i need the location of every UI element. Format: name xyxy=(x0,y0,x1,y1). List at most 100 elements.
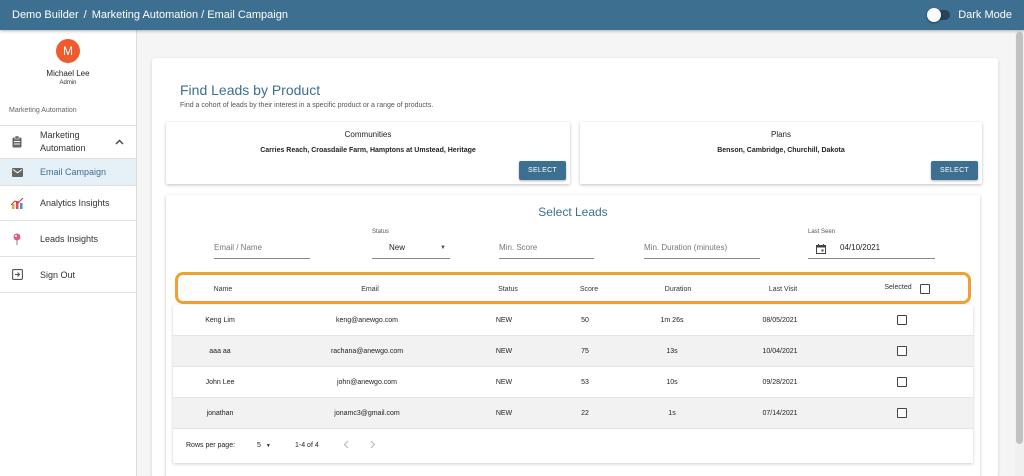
sidebar-item-email-campaign[interactable]: Email Campaign xyxy=(0,159,136,185)
column-header-selected: Selected xyxy=(884,284,912,291)
dark-mode-control: Dark Mode xyxy=(927,8,1012,22)
select-communities-button[interactable]: SELECT xyxy=(518,161,566,180)
select-plans-button[interactable]: SELECT xyxy=(930,161,978,180)
clipboard-icon xyxy=(10,136,24,148)
table-row[interactable]: aaa aa rachana@anewgo.com NEW 75 13s 10/… xyxy=(173,336,973,367)
page-scrollbar[interactable] xyxy=(1015,30,1024,476)
pagination-range: 1-4 of 4 xyxy=(295,442,319,449)
min-duration-placeholder: Min. Duration (minutes) xyxy=(644,243,728,252)
cell-email: keng@anewgo.com xyxy=(336,317,398,324)
last-seen-label: Last Seen xyxy=(808,229,836,235)
plans-value: Benson, Cambridge, Churchill, Dakota xyxy=(717,147,845,154)
status-select[interactable]: Status New ▼ xyxy=(372,229,450,259)
min-duration-field[interactable]: Min. Duration (minutes) xyxy=(644,243,760,259)
min-score-placeholder: Min. Score xyxy=(499,243,538,252)
cell-status: NEW xyxy=(495,348,513,355)
table-row[interactable]: jonathan jonamc3@gmail.com NEW 22 1s 07/… xyxy=(173,398,973,429)
cell-status: NEW xyxy=(495,410,513,417)
communities-card: Communities Carries Reach, Croasdaile Fa… xyxy=(166,122,570,184)
chevron-up-icon[interactable] xyxy=(115,137,124,147)
breadcrumb: Demo Builder / Marketing Automation / Em… xyxy=(12,9,928,21)
status-label: Status xyxy=(372,229,390,235)
leads-table: Keng Lim keng@anewgo.com NEW 50 1m 26s 0… xyxy=(173,305,973,463)
user-profile: M Michael Lee Admin xyxy=(0,30,136,86)
row-select-checkbox[interactable] xyxy=(897,408,907,418)
cell-name: John Lee xyxy=(205,379,235,386)
cell-duration: 1m 26s xyxy=(660,317,684,324)
cell-name: Keng Lim xyxy=(205,317,235,324)
row-select-checkbox[interactable] xyxy=(897,377,907,387)
chevron-left-icon[interactable] xyxy=(343,440,349,451)
cell-score: 22 xyxy=(581,410,589,417)
select-all-checkbox[interactable] xyxy=(920,284,930,294)
sidebar-item-leads-insights[interactable]: Leads Insights xyxy=(0,221,136,257)
status-value: New xyxy=(389,243,406,252)
rows-per-page-select[interactable]: 5 ▼ xyxy=(257,442,271,449)
pin-icon xyxy=(10,233,24,245)
column-header-score[interactable]: Score xyxy=(580,286,598,293)
cell-duration: 1s xyxy=(668,410,676,417)
column-header-status[interactable]: Status xyxy=(498,286,518,293)
cell-last-visit: 07/14/2021 xyxy=(762,410,798,417)
email-name-placeholder: Email / Name xyxy=(214,243,263,252)
cell-duration: 10s xyxy=(666,379,678,386)
sidebar-item-analytics-insights[interactable]: Analytics Insights xyxy=(0,185,136,221)
sidebar: M Michael Lee Admin Marketing Automation… xyxy=(0,30,137,476)
select-leads-title: Select Leads xyxy=(538,205,608,219)
exit-icon xyxy=(10,269,24,280)
dropdown-arrow-icon: ▼ xyxy=(440,245,446,251)
cell-status: NEW xyxy=(495,379,513,386)
row-select-checkbox[interactable] xyxy=(897,315,907,325)
plans-card: Plans Benson, Cambridge, Churchill, Dako… xyxy=(580,122,982,184)
email-name-field[interactable]: Email / Name xyxy=(214,243,310,259)
column-header-last-visit[interactable]: Last Visit xyxy=(769,286,797,293)
min-score-field[interactable]: Min. Score xyxy=(499,243,594,259)
breadcrumb-path: Marketing Automation / Email Campaign xyxy=(91,9,288,21)
toggle-knob xyxy=(927,8,942,22)
cell-email: john@anewgo.com xyxy=(336,379,398,386)
breadcrumb-home[interactable]: Demo Builder xyxy=(12,9,79,21)
cell-score: 75 xyxy=(581,348,589,355)
table-pagination: Rows per page: 5 ▼ 1-4 of 4 xyxy=(173,429,973,463)
sidebar-nav: Marketing Automation Email Campaign Anal… xyxy=(0,125,136,293)
user-role: Admin xyxy=(59,80,77,86)
cell-name: jonathan xyxy=(206,410,234,417)
sidebar-item-sign-out[interactable]: Sign Out xyxy=(0,257,136,293)
plans-title: Plans xyxy=(770,130,791,139)
calendar-icon[interactable] xyxy=(816,244,826,256)
row-select-checkbox[interactable] xyxy=(897,346,907,356)
dropdown-arrow-icon: ▼ xyxy=(265,443,271,449)
avatar[interactable]: M xyxy=(56,39,80,63)
main-panel: Find Leads by Product Find a cohort of l… xyxy=(152,58,998,476)
sidebar-item-label: Email Campaign xyxy=(40,167,107,177)
cell-last-visit: 10/04/2021 xyxy=(762,348,798,355)
dark-mode-label: Dark Mode xyxy=(958,9,1012,21)
scrollbar-thumb[interactable] xyxy=(1016,32,1023,444)
last-seen-date-field[interactable]: Last Seen 04/10/2021 xyxy=(808,229,935,259)
cell-status: NEW xyxy=(495,317,513,324)
sidebar-item-label: Analytics Insights xyxy=(40,198,110,208)
column-header-duration[interactable]: Duration xyxy=(665,286,691,293)
sidebar-item-label: Sign Out xyxy=(40,269,76,280)
column-header-email[interactable]: Email xyxy=(361,286,379,293)
top-app-bar: Demo Builder / Marketing Automation / Em… xyxy=(0,0,1024,30)
select-leads-card: Select Leads Email / Name Status New ▼ M… xyxy=(166,195,980,476)
sidebar-section-label: Marketing Automation xyxy=(9,107,77,114)
cell-name: aaa aa xyxy=(209,348,231,355)
cell-duration: 13s xyxy=(666,348,678,355)
dark-mode-toggle[interactable] xyxy=(927,8,951,22)
communities-value: Carries Reach, Croasdaile Farm, Hamptons… xyxy=(260,147,476,154)
chevron-right-icon[interactable] xyxy=(370,440,376,451)
page-title: Find Leads by Product xyxy=(180,82,321,98)
column-header-name[interactable]: Name xyxy=(214,286,233,293)
cell-email: jonamc3@gmail.com xyxy=(334,410,400,417)
cell-score: 50 xyxy=(581,317,589,324)
rows-per-page-label: Rows per page: xyxy=(186,442,236,449)
sidebar-item-label: Marketing Automation xyxy=(40,130,86,153)
user-name: Michael Lee xyxy=(46,69,90,78)
sidebar-item-marketing-automation[interactable]: Marketing Automation xyxy=(0,126,136,159)
cell-score: 53 xyxy=(581,379,589,386)
table-row[interactable]: John Lee john@anewgo.com NEW 53 10s 09/2… xyxy=(173,367,973,398)
table-row[interactable]: Keng Lim keng@anewgo.com NEW 50 1m 26s 0… xyxy=(173,305,973,336)
breadcrumb-separator: / xyxy=(83,9,87,21)
